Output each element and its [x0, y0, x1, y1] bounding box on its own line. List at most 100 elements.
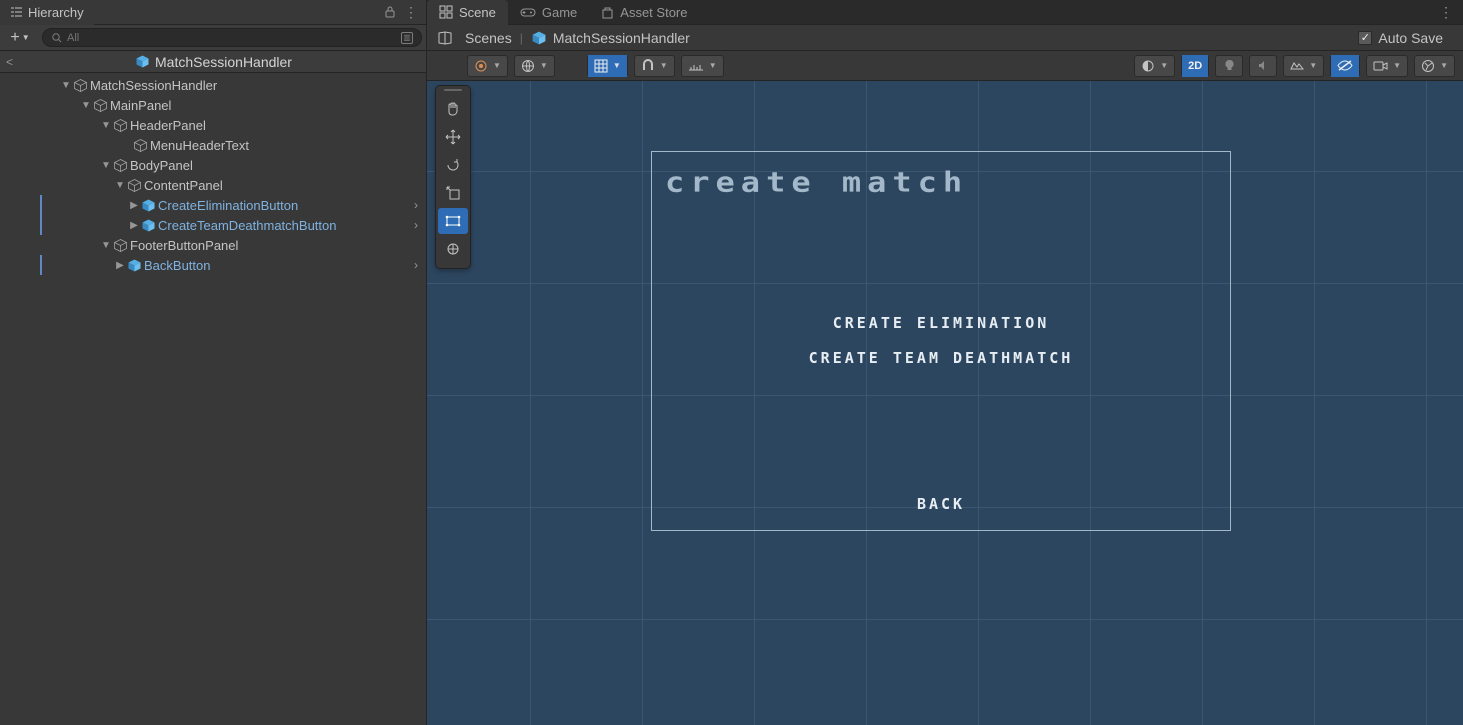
lighting-button[interactable]: ▼ — [1135, 55, 1174, 77]
scene-lighting-button[interactable] — [1216, 55, 1242, 77]
tree-row-label: ContentPanel — [144, 178, 223, 193]
fx-button[interactable]: ▼ — [1284, 55, 1323, 77]
prefab-icon — [531, 30, 547, 46]
audio-button[interactable] — [1250, 55, 1276, 77]
2d-label: 2D — [1188, 60, 1202, 72]
breadcrumb-back-button[interactable]: < — [6, 55, 13, 69]
scene-breadcrumb: Scenes | MatchSessionHandler ✓ Auto Save — [427, 25, 1463, 51]
hierarchy-icon — [10, 6, 23, 19]
game-title-text: Create Match — [665, 166, 968, 198]
tab-scene[interactable]: Scene — [427, 0, 508, 25]
tree-row-menuheadertext[interactable]: MenuHeaderText — [0, 135, 426, 155]
tree-row-mainpanel[interactable]: ▼ MainPanel — [0, 95, 426, 115]
hierarchy-panel: Hierarchy ⋮ + ▼ ▥ < — [0, 0, 427, 725]
create-gameobject-button[interactable]: + ▼ — [4, 28, 36, 48]
shading-mode-button[interactable]: ▼ — [468, 55, 507, 77]
auto-save-toggle[interactable]: ✓ Auto Save — [1358, 30, 1453, 46]
open-prefab-arrow-icon[interactable]: › — [414, 258, 418, 272]
visibility-button[interactable] — [1331, 55, 1359, 77]
prefab-icon — [126, 257, 142, 273]
scale-tool-button[interactable] — [438, 180, 468, 206]
move-tool-button[interactable] — [438, 124, 468, 150]
scene-tabs: Scene Game Asset Store ⋮ — [427, 0, 1463, 25]
perspective-button[interactable]: ▼ — [515, 55, 554, 77]
tree-row-matchsessionhandler[interactable]: ▼ MatchSessionHandler — [0, 75, 426, 95]
gameobject-icon — [112, 237, 128, 253]
camera-button[interactable]: ▼ — [1367, 55, 1407, 77]
back-button[interactable]: BACK — [651, 495, 1231, 513]
tab-game[interactable]: Game — [508, 0, 589, 25]
transform-tool-button[interactable] — [438, 236, 468, 262]
rect-tool-button[interactable] — [438, 208, 468, 234]
hand-tool-button[interactable] — [438, 96, 468, 122]
increment-snap-button[interactable]: ▼ — [682, 55, 723, 77]
tab-scene-label: Scene — [459, 5, 496, 20]
gameobject-icon — [92, 97, 108, 113]
expand-toggle[interactable]: ▶ — [128, 200, 140, 211]
scene-icon — [439, 5, 453, 19]
scenes-icon — [437, 30, 453, 46]
lock-icon[interactable] — [384, 6, 396, 18]
tree-row-label: BackButton — [144, 258, 211, 273]
scene-overlay-toolbar: ▼ ▼ ▼ ▼ — [427, 51, 1463, 81]
expand-toggle[interactable]: ▼ — [100, 160, 112, 171]
ui-canvas-outline — [651, 151, 1231, 531]
snap-group: ▼ — [634, 55, 675, 77]
prefab-icon — [140, 197, 156, 213]
expand-toggle[interactable]: ▼ — [100, 240, 112, 251]
prefab-icon — [140, 217, 156, 233]
open-prefab-arrow-icon[interactable]: › — [414, 218, 418, 232]
gizmos-button[interactable]: ▼ — [1415, 55, 1454, 77]
rotate-tool-button[interactable] — [438, 152, 468, 178]
tab-asset-store[interactable]: Asset Store — [589, 0, 699, 25]
hierarchy-search-input[interactable]: ▥ — [42, 28, 422, 47]
gamepad-icon — [520, 6, 536, 18]
hierarchy-tab-label: Hierarchy — [28, 5, 84, 20]
scenes-crumb-label: Scenes — [465, 30, 512, 46]
tree-row-contentpanel[interactable]: ▼ ContentPanel — [0, 175, 426, 195]
panel-menu-icon[interactable]: ⋮ — [1439, 4, 1463, 21]
grid-snap-group: ▼ — [587, 55, 628, 77]
expand-toggle[interactable]: ▼ — [114, 180, 126, 191]
2d-mode-button[interactable]: 2D — [1182, 55, 1208, 77]
snapping-button[interactable]: ▼ — [635, 55, 674, 77]
expand-toggle[interactable]: ▼ — [100, 120, 112, 131]
checkbox-checked-icon: ✓ — [1358, 31, 1372, 45]
expand-toggle[interactable]: ▼ — [80, 100, 92, 111]
scene-tools-palette[interactable] — [435, 85, 471, 269]
tree-row-bodypanel[interactable]: ▼ BodyPanel — [0, 155, 426, 175]
expand-toggle[interactable]: ▼ — [60, 80, 72, 91]
2d3d-group: ▼ — [514, 55, 555, 77]
gameobject-icon — [72, 77, 88, 93]
gameobject-icon — [112, 157, 128, 173]
tree-row-headerpanel[interactable]: ▼ HeaderPanel — [0, 115, 426, 135]
panel-menu-icon[interactable]: ⋮ — [404, 4, 418, 21]
tree-row-label: HeaderPanel — [130, 118, 206, 133]
tree-row-createteamdeathmatchbutton[interactable]: ▶ CreateTeamDeathmatchButton › — [0, 215, 426, 235]
expand-toggle[interactable]: ▶ — [128, 220, 140, 231]
prefab-crumb-label: MatchSessionHandler — [553, 30, 690, 46]
prefab-override-indicator — [40, 215, 42, 235]
scene-view-panel: Scene Game Asset Store ⋮ Scenes | MatchS… — [427, 0, 1463, 725]
create-team-deathmatch-button[interactable]: CREATE TEAM DEATHMATCH — [651, 349, 1231, 367]
grid-toggle-button[interactable]: ▼ — [588, 55, 627, 77]
bag victims-icon — [601, 6, 614, 19]
open-prefab-arrow-icon[interactable]: › — [414, 198, 418, 212]
search-type-icon[interactable]: ▥ — [401, 32, 413, 44]
tree-row-backbutton[interactable]: ▶ BackButton › — [0, 255, 426, 275]
tree-row-createeliminationbutton[interactable]: ▶ CreateEliminationButton › — [0, 195, 426, 215]
create-elimination-button[interactable]: CREATE ELIMINATION — [651, 314, 1231, 332]
prefab-override-indicator — [40, 255, 42, 275]
scene-viewport[interactable]: Create Match CREATE ELIMINATION CREATE T… — [427, 81, 1463, 725]
tree-row-footerbuttonpanel[interactable]: ▼ FooterButtonPanel — [0, 235, 426, 255]
expand-toggle[interactable]: ▶ — [114, 260, 126, 271]
scenes-crumb[interactable]: Scenes — [437, 30, 512, 46]
hierarchy-search-field[interactable] — [67, 32, 396, 44]
prefab-crumb[interactable]: MatchSessionHandler — [531, 30, 690, 46]
hierarchy-tree[interactable]: ▼ MatchSessionHandler ▼ MainPanel ▼ Head… — [0, 73, 426, 725]
tree-row-label: MainPanel — [110, 98, 171, 113]
increment-group: ▼ — [681, 55, 724, 77]
hierarchy-tab[interactable]: Hierarchy — [0, 0, 94, 25]
palette-drag-handle[interactable] — [436, 86, 470, 94]
tab-asset-store-label: Asset Store — [620, 5, 687, 20]
